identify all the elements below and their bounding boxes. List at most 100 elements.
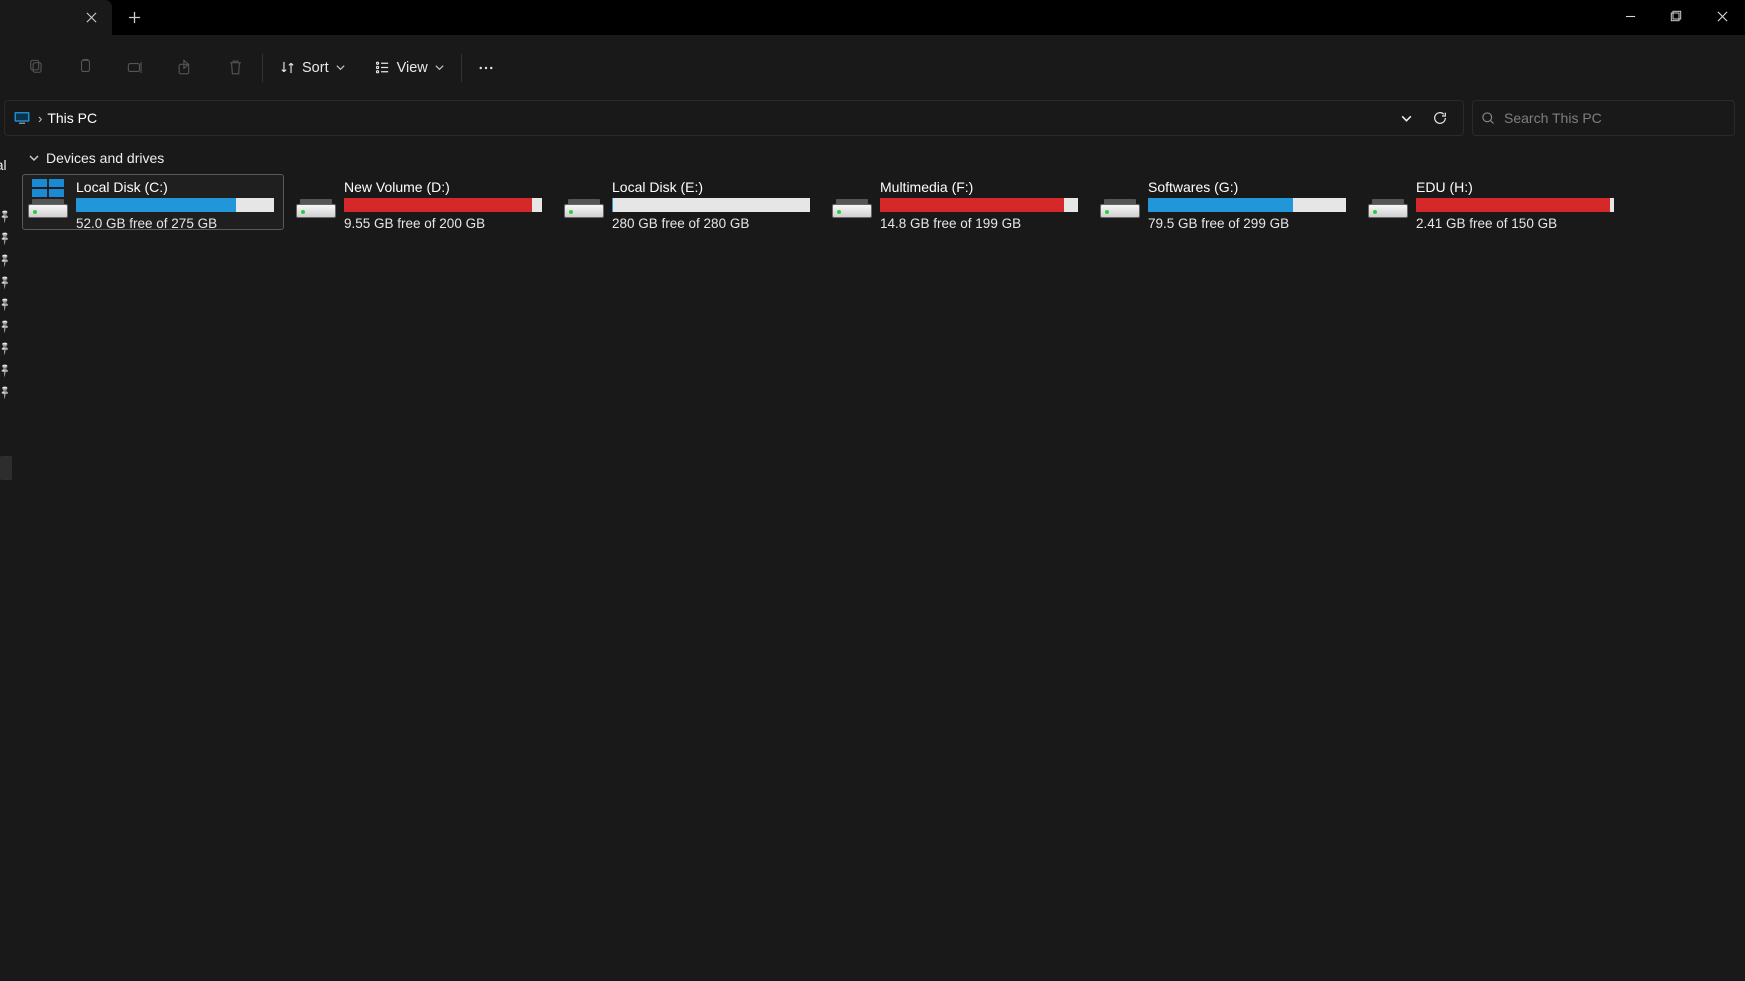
drive-item[interactable]: Local Disk (C:) 52.0 GB free of 275 GB: [22, 174, 284, 230]
drive-info: Multimedia (F:)14.8 GB free of 199 GB: [880, 178, 1084, 231]
pin-icon[interactable]: 📌: [0, 319, 13, 335]
tab-close-button[interactable]: [78, 5, 104, 31]
more-button[interactable]: [464, 48, 508, 88]
monitor-icon: [13, 110, 31, 126]
drive-item[interactable]: Multimedia (F:)14.8 GB free of 199 GB: [826, 174, 1088, 230]
usage-bar: [1416, 198, 1614, 212]
drive-item[interactable]: Local Disk (E:) 280 GB free of 280 GB: [558, 174, 820, 230]
pin-icon[interactable]: 📌: [0, 253, 13, 269]
drive-free-text: 280 GB free of 280 GB: [612, 216, 816, 231]
refresh-icon: [1432, 110, 1448, 126]
share-icon: [176, 58, 195, 77]
drive-name: EDU (H:): [1416, 178, 1620, 196]
usage-bar: [76, 198, 274, 212]
sidebar-selection-indicator: [0, 456, 12, 480]
search-icon: [1481, 111, 1496, 126]
maximize-button[interactable]: [1653, 0, 1699, 32]
group-header[interactable]: Devices and drives: [28, 150, 1737, 166]
drive-free-text: 9.55 GB free of 200 GB: [344, 216, 548, 231]
usage-bar: [1148, 198, 1346, 212]
location-icon: [11, 110, 33, 126]
pin-icon[interactable]: 📌: [0, 275, 13, 291]
close-window-button[interactable]: [1699, 0, 1745, 32]
drive-icon: [1098, 178, 1142, 222]
rename-icon: [126, 58, 145, 77]
sidebar-pins: 📌 📌 📌 📌 📌 📌 📌 📌 📌: [0, 211, 11, 398]
drive-info: Local Disk (E:) 280 GB free of 280 GB: [612, 178, 816, 231]
divider: [262, 54, 263, 82]
pin-icon[interactable]: 📌: [0, 385, 13, 401]
search-box[interactable]: [1472, 100, 1735, 136]
history-dropdown-button[interactable]: [1389, 103, 1423, 133]
command-bar: Sort View: [0, 35, 1745, 100]
drive-icon: [1366, 178, 1410, 222]
drive-icon: [26, 178, 70, 222]
drive-info: EDU (H:) 2.41 GB free of 150 GB: [1416, 178, 1620, 231]
content-pane[interactable]: Devices and drives Local Disk (C:) 52.0 G…: [14, 136, 1745, 981]
breadcrumb-separator: ›: [38, 111, 42, 126]
drive-name: New Volume (D:): [344, 178, 548, 196]
cut-icon: [26, 58, 45, 77]
usage-bar: [344, 198, 542, 212]
view-icon: [374, 59, 391, 76]
address-bar-row: › This PC: [0, 100, 1745, 136]
chevron-down-icon: [434, 62, 445, 73]
drive-icon: [562, 178, 606, 222]
drive-item[interactable]: Softwares (G:) 79.5 GB free of 299 GB: [1094, 174, 1356, 230]
drive-name: Multimedia (F:): [880, 178, 1084, 196]
drive-icon: [294, 178, 338, 222]
share-button[interactable]: [160, 48, 210, 88]
view-label: View: [397, 60, 428, 76]
divider: [461, 54, 462, 82]
sort-dropdown[interactable]: Sort: [265, 48, 360, 88]
rename-button[interactable]: [110, 48, 160, 88]
chevron-down-icon: [28, 152, 40, 164]
drive-free-text: 52.0 GB free of 275 GB: [76, 216, 280, 231]
drive-name: Softwares (G:): [1148, 178, 1352, 196]
body: al 📌📌📌📌📌📌📌📌📌 Devices and drives Local Di…: [0, 136, 1745, 981]
windows-logo-icon: [32, 179, 64, 197]
tab-this-pc[interactable]: [0, 0, 112, 35]
drives-grid: Local Disk (C:) 52.0 GB free of 275 GB New…: [22, 174, 1737, 230]
title-bar: [0, 0, 1745, 35]
drive-icon: [830, 178, 874, 222]
breadcrumb-location[interactable]: This PC: [47, 110, 97, 126]
search-input[interactable]: [1504, 110, 1726, 126]
drive-info: Softwares (G:) 79.5 GB free of 299 GB: [1148, 178, 1352, 231]
minimize-button[interactable]: [1607, 0, 1653, 32]
refresh-button[interactable]: [1423, 103, 1457, 133]
minimize-icon: [1625, 11, 1636, 22]
drive-free-text: 79.5 GB free of 299 GB: [1148, 216, 1352, 231]
close-icon: [1717, 11, 1728, 22]
sort-icon: [279, 59, 296, 76]
delete-button[interactable]: [210, 48, 260, 88]
drive-info: New Volume (D:) 9.55 GB free of 200 GB: [344, 178, 548, 231]
nav-sidebar[interactable]: al 📌📌📌📌📌📌📌📌📌: [0, 136, 14, 981]
window-controls: [1607, 0, 1745, 32]
pin-icon[interactable]: 📌: [0, 231, 13, 247]
view-dropdown[interactable]: View: [360, 48, 459, 88]
pin-icon[interactable]: 📌: [0, 209, 13, 225]
trash-icon: [226, 58, 245, 77]
usage-bar: [880, 198, 1078, 212]
cut-button[interactable]: [10, 48, 60, 88]
plus-icon: [128, 11, 141, 24]
group-header-label: Devices and drives: [46, 150, 164, 166]
pin-icon[interactable]: 📌: [0, 341, 13, 357]
chevron-down-icon: [335, 62, 346, 73]
copy-button[interactable]: [60, 48, 110, 88]
drive-item[interactable]: New Volume (D:) 9.55 GB free of 200 GB: [290, 174, 552, 230]
pin-icon[interactable]: 📌: [0, 363, 13, 379]
chevron-down-icon: [1400, 112, 1413, 125]
usage-bar: [612, 198, 810, 212]
drive-item[interactable]: EDU (H:) 2.41 GB free of 150 GB: [1362, 174, 1624, 230]
sort-label: Sort: [302, 60, 329, 76]
copy-icon: [76, 58, 95, 77]
drive-name: Local Disk (C:): [76, 178, 280, 196]
address-bar[interactable]: › This PC: [4, 100, 1464, 136]
new-tab-button[interactable]: [112, 0, 156, 35]
drive-free-text: 2.41 GB free of 150 GB: [1416, 216, 1620, 231]
drive-name: Local Disk (E:): [612, 178, 816, 196]
close-icon: [86, 12, 97, 23]
pin-icon[interactable]: 📌: [0, 297, 13, 313]
